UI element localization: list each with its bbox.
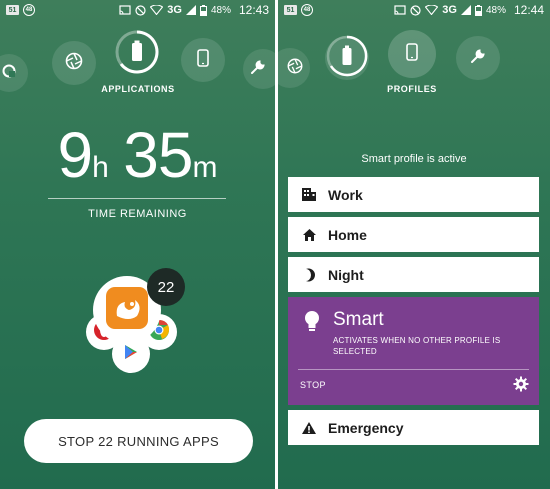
notification-count-icon: 48 <box>301 4 313 16</box>
clock: 12:43 <box>238 3 269 17</box>
network-type: 3G <box>442 4 457 16</box>
profile-smart-card[interactable]: Smart ACTIVATES WHEN NO OTHER PROFILE IS… <box>288 297 539 405</box>
nav-profiles-button[interactable] <box>388 30 436 78</box>
running-apps-count-badge: 22 <box>147 268 185 306</box>
wifi-icon <box>425 5 439 15</box>
speed-icon <box>1 63 17 84</box>
shutter-icon <box>286 57 304 80</box>
message-notification-icon: 51 <box>284 5 297 15</box>
status-bar: 51 48 3G 48% 12:44 <box>278 0 550 20</box>
wifi-icon <box>150 5 164 15</box>
minutes-value: 35 <box>123 119 193 191</box>
lightbulb-icon <box>303 310 321 339</box>
phone-icon <box>406 42 418 66</box>
do-not-disturb-icon <box>135 4 146 16</box>
nav-tools-button[interactable] <box>243 49 275 89</box>
battery-ring-icon <box>325 34 369 83</box>
profile-home[interactable]: Home <box>288 217 539 252</box>
smart-stop-button[interactable]: STOP <box>300 380 326 390</box>
signal-icon <box>185 5 196 15</box>
phone-icon <box>197 48 209 72</box>
gear-icon[interactable] <box>513 376 529 397</box>
battery-icon <box>474 4 482 16</box>
minutes-unit: m <box>192 151 218 184</box>
smart-profile-description: ACTIVATES WHEN NO OTHER PROFILE IS SELEC… <box>333 336 501 356</box>
nav-optimize-button[interactable] <box>278 48 310 88</box>
moon-icon <box>300 266 318 284</box>
profile-emergency-label: Emergency <box>328 419 404 436</box>
stop-running-apps-button[interactable]: STOP 22 RUNNING APPS <box>24 419 253 463</box>
profile-emergency[interactable]: Emergency <box>288 410 539 445</box>
cast-icon <box>119 5 131 15</box>
battery-percent: 48% <box>485 4 506 16</box>
profile-work-label: Work <box>328 186 363 203</box>
time-divider <box>48 198 226 199</box>
nav-applications-button[interactable] <box>115 30 159 76</box>
time-remaining-value: 9h 35m <box>0 118 275 192</box>
home-icon <box>300 226 318 244</box>
smart-profile-title: Smart <box>333 309 384 330</box>
network-type: 3G <box>167 4 182 16</box>
nav-label-profiles: PROFILES <box>387 84 437 94</box>
message-notification-icon: 51 <box>6 5 19 15</box>
profile-night[interactable]: Night <box>288 257 539 292</box>
battery-percent: 48% <box>210 4 231 16</box>
wrench-icon <box>250 59 266 80</box>
status-bar: 51 48 3G 48% 12:43 <box>0 0 275 20</box>
smart-profile-status: Smart profile is active <box>361 153 467 165</box>
cast-icon <box>394 5 406 15</box>
profile-work[interactable]: Work <box>288 177 539 212</box>
uc-browser-app-icon <box>105 286 149 335</box>
battery-ring-icon <box>114 29 160 80</box>
hours-value: 9 <box>57 119 94 191</box>
applications-screen: 51 48 3G 48% 12:43 APPLICATIONS 9h 35m T… <box>0 0 275 489</box>
nav-optimize-button[interactable] <box>52 41 96 85</box>
signal-icon <box>460 5 471 15</box>
nav-speed-button[interactable] <box>0 54 28 92</box>
nav-label-applications: APPLICATIONS <box>101 84 175 94</box>
nav-tools-button[interactable] <box>456 36 500 80</box>
battery-icon <box>199 4 207 16</box>
shutter-icon <box>64 51 84 76</box>
profiles-screen: 51 48 3G 48% 12:44 PROFILES Smart profil… <box>278 0 550 489</box>
nav-battery-button[interactable] <box>325 34 369 83</box>
smart-divider <box>298 369 529 370</box>
do-not-disturb-icon <box>410 4 421 16</box>
clock: 12:44 <box>513 3 544 17</box>
wrench-icon <box>470 48 486 69</box>
warning-icon <box>300 419 318 437</box>
time-remaining-caption: TIME REMAINING <box>88 208 187 220</box>
notification-count-icon: 48 <box>23 4 35 16</box>
profile-home-label: Home <box>328 226 367 243</box>
hours-unit: h <box>92 151 109 184</box>
play-store-app-icon <box>122 343 140 366</box>
building-icon <box>300 186 318 204</box>
profile-night-label: Night <box>328 266 364 283</box>
nav-phone-button[interactable] <box>181 38 225 82</box>
